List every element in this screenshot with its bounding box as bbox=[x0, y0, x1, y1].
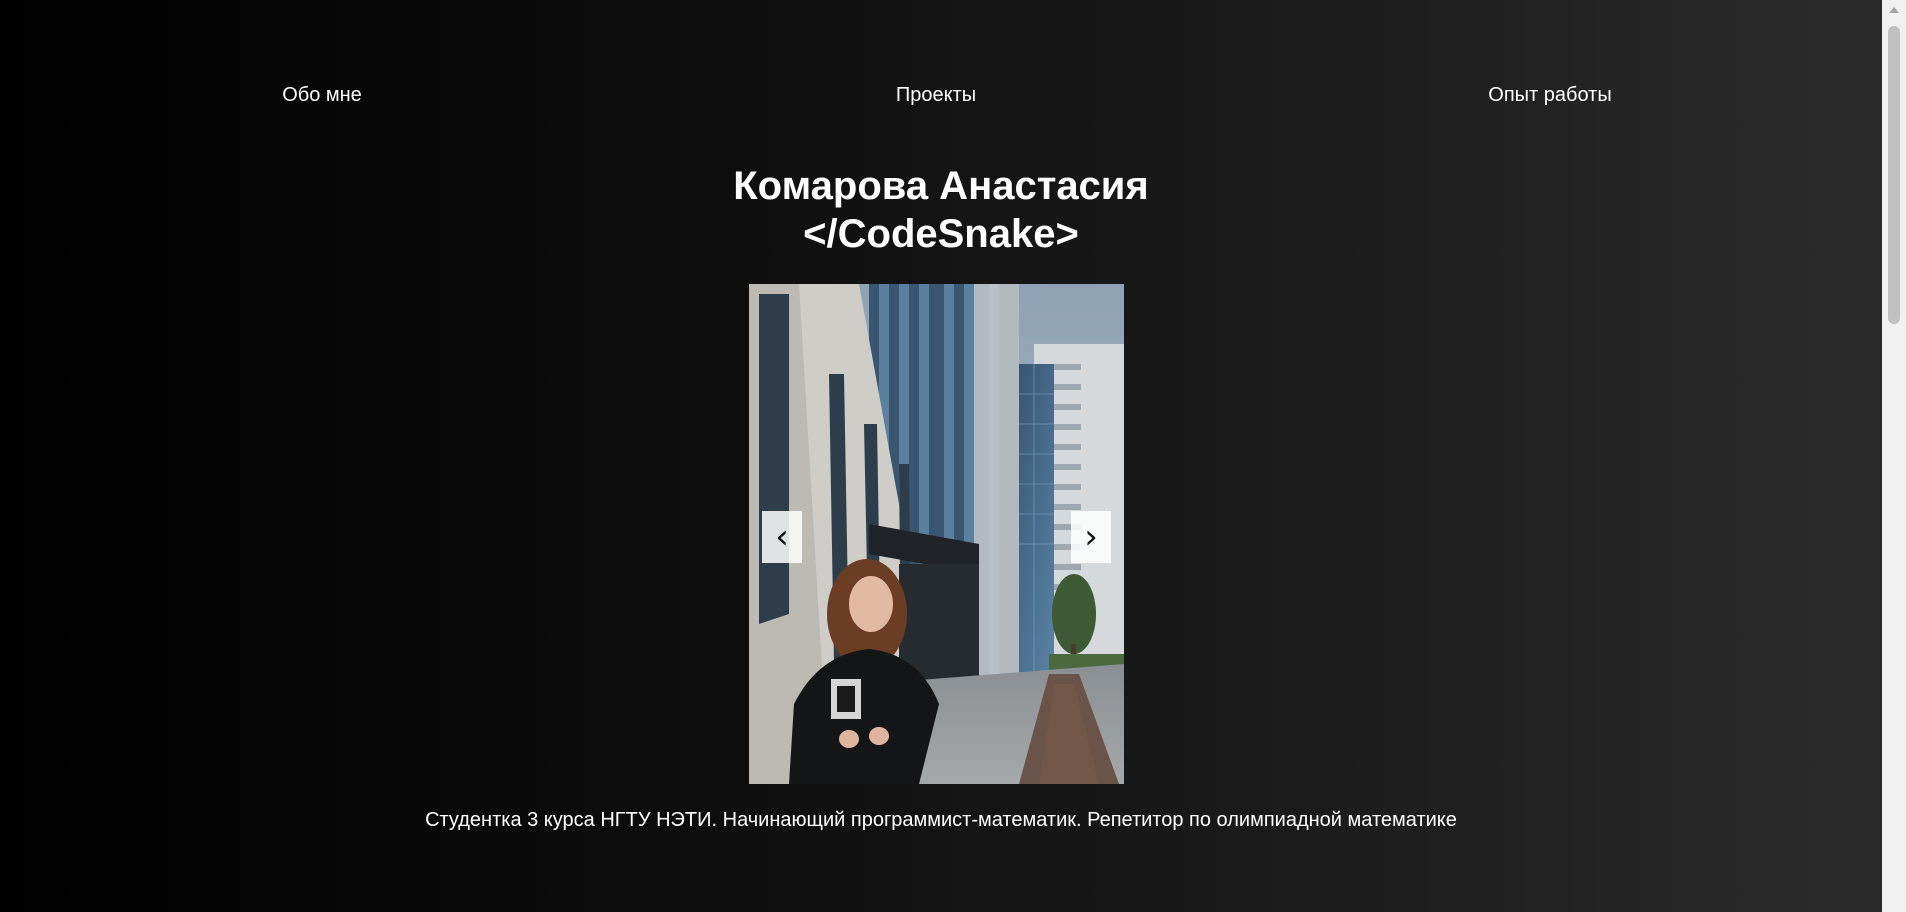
bio-text: Студентка 3 курса НГТУ НЭТИ. Начинающий … bbox=[425, 809, 1457, 831]
vertical-scrollbar[interactable] bbox=[1882, 0, 1906, 912]
nav-link-projects[interactable]: Проекты bbox=[896, 84, 976, 107]
carousel-next-button[interactable]: › bbox=[1071, 511, 1111, 563]
author-name: Комарова Анастасия bbox=[733, 164, 1149, 208]
scroll-up-icon[interactable] bbox=[1889, 7, 1899, 13]
author-nickname: </CodeSnake> bbox=[803, 212, 1079, 256]
nav-link-experience[interactable]: Опыт работы bbox=[1488, 84, 1611, 107]
scrollbar-thumb[interactable] bbox=[1888, 26, 1900, 324]
carousel-photo bbox=[749, 284, 1124, 784]
photo-carousel: ‹ › bbox=[749, 284, 1124, 784]
carousel-prev-button[interactable]: ‹ bbox=[762, 511, 802, 563]
top-nav: Обо мне Проекты Опыт работы bbox=[0, 84, 1882, 114]
page-title: Комарова Анастасия </CodeSnake> bbox=[0, 162, 1882, 258]
page: Обо мне Проекты Опыт работы Комарова Ана… bbox=[0, 0, 1882, 912]
nav-link-about[interactable]: Обо мне bbox=[282, 84, 362, 107]
